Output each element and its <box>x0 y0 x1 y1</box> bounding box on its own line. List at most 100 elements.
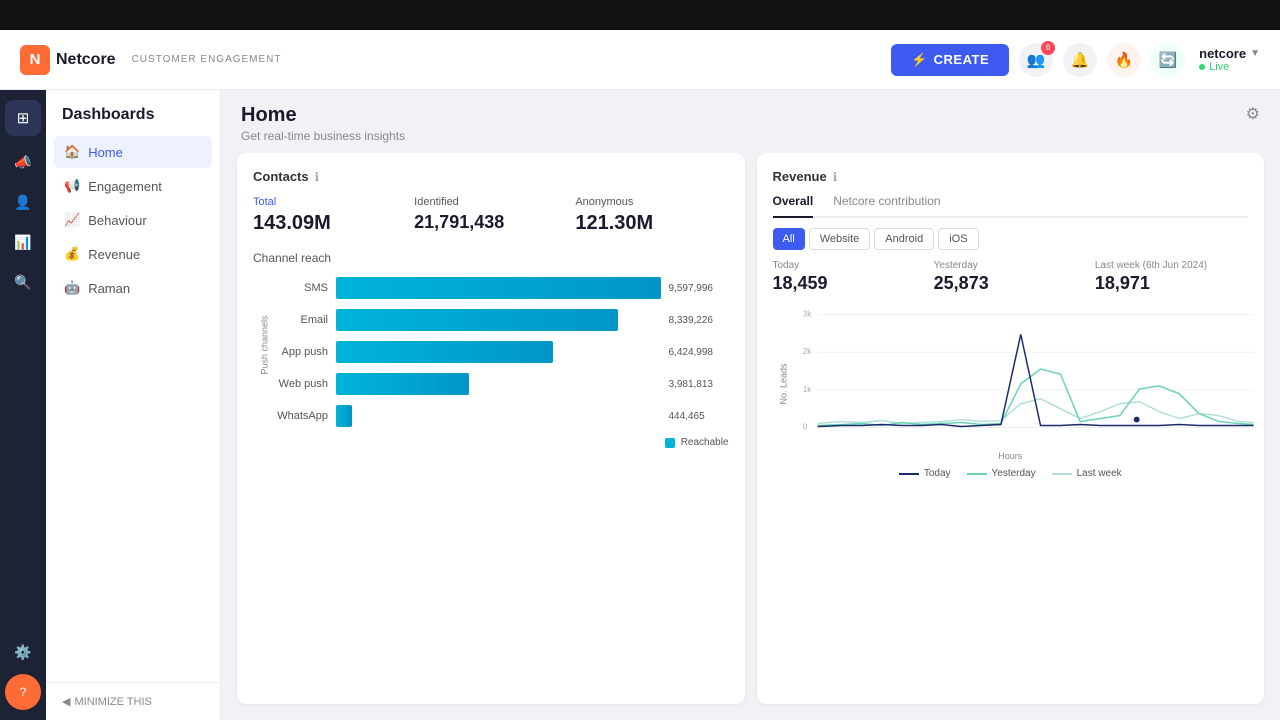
sidebar-nav: 🏠 Home 📢 Engagement 📈 Behaviour 💰 Revenu… <box>46 136 220 304</box>
behaviour-nav-icon: 📈 <box>64 212 80 228</box>
identified-stat: Identified 21,791,438 <box>414 196 567 235</box>
sidebar-item-behaviour[interactable]: 📈 Behaviour <box>54 204 212 236</box>
today-value: 18,459 <box>773 273 926 294</box>
revenue-info-icon[interactable]: ℹ <box>833 170 838 184</box>
channel-row-apppush: App push 6,424,998 <box>273 341 729 363</box>
contacts-card: Contacts ℹ Total 143.09M Identified 21,7… <box>237 153 745 704</box>
contacts-card-header: Contacts ℹ <box>253 169 729 184</box>
analytics-icon: 📊 <box>14 234 31 251</box>
sidebar-item-raman[interactable]: 🤖 Raman <box>54 272 212 304</box>
lastweek-value: 18,971 <box>1095 273 1248 294</box>
page-subtitle: Get real-time business insights <box>241 129 1260 143</box>
logo: N Netcore <box>20 45 116 75</box>
platform-all-btn[interactable]: All <box>773 228 805 250</box>
email-label: Email <box>273 314 328 326</box>
today-label: Today <box>773 260 926 271</box>
whatsapp-bar <box>336 405 352 427</box>
revenue-chart: No. Leads 3k 2k 1k 0 <box>773 304 1249 464</box>
fire-icon: 🔥 <box>1115 51 1134 69</box>
apppush-value: 6,424,998 <box>669 347 729 358</box>
email-bar <box>336 309 618 331</box>
contacts-info-icon[interactable]: ℹ <box>315 170 320 184</box>
revenue-title: Revenue <box>773 169 827 184</box>
rail-item-help[interactable]: ? <box>5 674 41 710</box>
lastweek-label: Last week (6th Jun 2024) <box>1095 260 1248 271</box>
live-badge: Live <box>1199 61 1229 73</box>
user-name: netcore <box>1199 46 1246 61</box>
whatsapp-value: 444,465 <box>669 411 729 422</box>
page-header: Home Get real-time business insights ⚙ <box>221 90 1280 153</box>
total-value: 143.09M <box>253 212 406 235</box>
chart-legend: Today Yesterday Last week <box>773 468 1249 479</box>
people-icon-btn[interactable]: 👥 6 <box>1019 43 1053 77</box>
create-button[interactable]: ⚡ CREATE <box>891 44 1009 76</box>
create-icon: ⚡ <box>911 52 928 68</box>
app-header: N Netcore CUSTOMER ENGAGEMENT ⚡ CREATE 👥… <box>0 30 1280 90</box>
sidebar-title: Dashboards <box>46 90 220 136</box>
page-settings-btn[interactable]: ⚙ <box>1246 104 1260 124</box>
sidebar: Dashboards 🏠 Home 📢 Engagement 📈 Behavio… <box>46 90 221 720</box>
rail-item-search[interactable]: 🔍 <box>5 264 41 300</box>
whatsapp-bar-container <box>336 405 661 427</box>
main-content: Home Get real-time business insights ⚙ C… <box>221 90 1280 720</box>
people-badge: 6 <box>1041 41 1055 55</box>
sidebar-item-engagement[interactable]: 📢 Engagement <box>54 170 212 202</box>
channel-row-sms: SMS 9,597,996 <box>273 277 729 299</box>
sidebar-item-home[interactable]: 🏠 Home <box>54 136 212 168</box>
email-bar-container <box>336 309 661 331</box>
sms-bar <box>336 277 661 299</box>
webpush-value: 3,981,813 <box>669 379 729 390</box>
revenue-chart-svg: 3k 2k 1k 0 <box>783 304 1259 444</box>
rail-item-dashboard[interactable]: ⊞ <box>5 100 41 136</box>
platform-android-btn[interactable]: Android <box>874 228 934 250</box>
chart-y-axis-label: No. Leads <box>778 363 788 404</box>
rail-item-users[interactable]: 👤 <box>5 184 41 220</box>
channel-row-email: Email 8,339,226 <box>273 309 729 331</box>
revenue-stats: Today 18,459 Yesterday 25,873 Last week … <box>773 260 1249 294</box>
rail-item-analytics[interactable]: 📊 <box>5 224 41 260</box>
sms-value: 9,597,996 <box>669 283 729 294</box>
anonymous-stat: Anonymous 121.30M <box>575 196 728 235</box>
y-axis-label: Push channels <box>260 315 270 374</box>
revenue-main-tabs: Overall Netcore contribution <box>773 194 1249 218</box>
refresh-icon: 🔄 <box>1159 51 1178 69</box>
tab-netcore-contribution[interactable]: Netcore contribution <box>833 194 940 216</box>
revenue-nav-icon: 💰 <box>64 246 80 262</box>
home-nav-icon: 🏠 <box>64 144 80 160</box>
dashboard-grid: Contacts ℹ Total 143.09M Identified 21,7… <box>221 153 1280 720</box>
chevron-left-icon: ◀ <box>62 695 70 708</box>
rail-item-settings[interactable]: ⚙️ <box>5 634 41 670</box>
reachable-legend-text: Reachable <box>681 437 729 448</box>
fire-btn[interactable]: 🔥 <box>1107 43 1141 77</box>
logo-text: Netcore <box>56 51 116 69</box>
today-line-icon <box>899 473 919 475</box>
platform-tabs: All Website Android iOS <box>773 228 1249 250</box>
yesterday-stat: Yesterday 25,873 <box>934 260 1087 294</box>
platform-ios-btn[interactable]: iOS <box>938 228 978 250</box>
rail-item-campaigns[interactable]: 📣 <box>5 144 41 180</box>
webpush-bar <box>336 373 469 395</box>
anonymous-label: Anonymous <box>575 196 728 208</box>
notifications-btn[interactable]: 🔔 <box>1063 43 1097 77</box>
sidebar-item-revenue[interactable]: 💰 Revenue <box>54 238 212 270</box>
refresh-btn[interactable]: 🔄 <box>1151 43 1185 77</box>
legend-yesterday: Yesterday <box>967 468 1036 479</box>
webpush-bar-container <box>336 373 661 395</box>
nav-tag: CUSTOMER ENGAGEMENT <box>132 54 282 65</box>
yesterday-value: 25,873 <box>934 273 1087 294</box>
legend-lastweek: Last week <box>1052 468 1122 479</box>
email-value: 8,339,226 <box>669 315 729 326</box>
identified-value: 21,791,438 <box>414 212 567 233</box>
svg-text:0: 0 <box>802 422 807 431</box>
live-dot <box>1199 64 1205 70</box>
svg-text:2k: 2k <box>802 347 810 356</box>
user-menu[interactable]: netcore ▼ Live <box>1199 46 1260 73</box>
minimize-btn[interactable]: ◀ MINIMIZE THIS <box>62 695 204 708</box>
channel-bars: Push channels SMS 9,597,996 Email <box>253 277 729 427</box>
yesterday-label: Yesterday <box>934 260 1087 271</box>
tab-overall[interactable]: Overall <box>773 194 814 218</box>
page-title: Home <box>241 104 1260 127</box>
lastweek-line-icon <box>1052 473 1072 475</box>
platform-website-btn[interactable]: Website <box>809 228 871 250</box>
users-icon: 👤 <box>14 194 31 211</box>
